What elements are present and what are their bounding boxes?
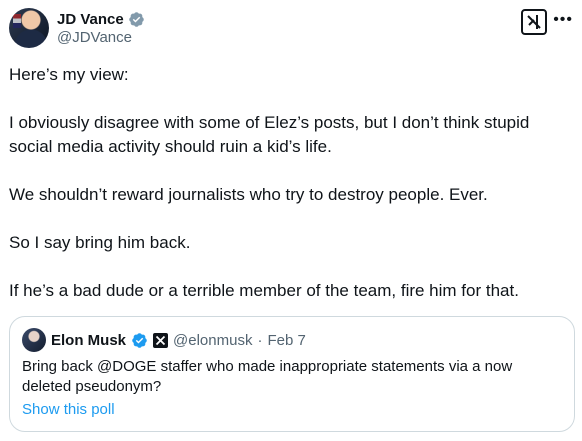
show-poll-link[interactable]: Show this poll xyxy=(22,401,115,418)
verified-gray-badge-icon xyxy=(128,11,144,27)
post-paragraph: If he’s a bad dude or a terrible member … xyxy=(9,281,519,300)
post-paragraph: We shouldn’t reward journalists who try … xyxy=(9,185,488,204)
author-info: JD Vance @JDVance xyxy=(57,9,145,46)
more-horizontal-icon: ••• xyxy=(553,11,573,28)
author-handle[interactable]: @JDVance xyxy=(57,29,145,46)
post-header: JD Vance @JDVance ••• xyxy=(9,8,573,52)
quoted-author-handle[interactable]: @elonmusk xyxy=(173,332,252,349)
separator-dot: · xyxy=(257,331,263,349)
quoted-post-date[interactable]: Feb 7 xyxy=(267,332,305,349)
grok-icon xyxy=(527,15,541,29)
author-avatar[interactable] xyxy=(9,8,49,48)
x-affiliate-badge-icon xyxy=(153,332,169,348)
post-paragraph: I obviously disagree with some of Elez’s… xyxy=(9,113,530,156)
quoted-post-header: Elon Musk @elonmusk · Feb 7 xyxy=(22,328,306,352)
verified-blue-badge-icon xyxy=(132,332,147,348)
quoted-post[interactable]: Elon Musk @elonmusk · Feb 7 Bring back @… xyxy=(9,316,575,432)
quoted-author-name[interactable]: Elon Musk xyxy=(51,332,126,349)
post-paragraph: Here’s my view: xyxy=(9,65,129,84)
grok-button[interactable] xyxy=(521,9,547,35)
quoted-author-avatar[interactable] xyxy=(22,328,46,352)
post-body: Here’s my view: I obviously disagree wit… xyxy=(9,63,569,327)
more-options-button[interactable]: ••• xyxy=(553,12,573,28)
quoted-post-text: Bring back @DOGE staffer who made inappr… xyxy=(22,358,513,395)
post-paragraph: So I say bring him back. xyxy=(9,233,191,252)
author-name[interactable]: JD Vance xyxy=(57,11,124,28)
